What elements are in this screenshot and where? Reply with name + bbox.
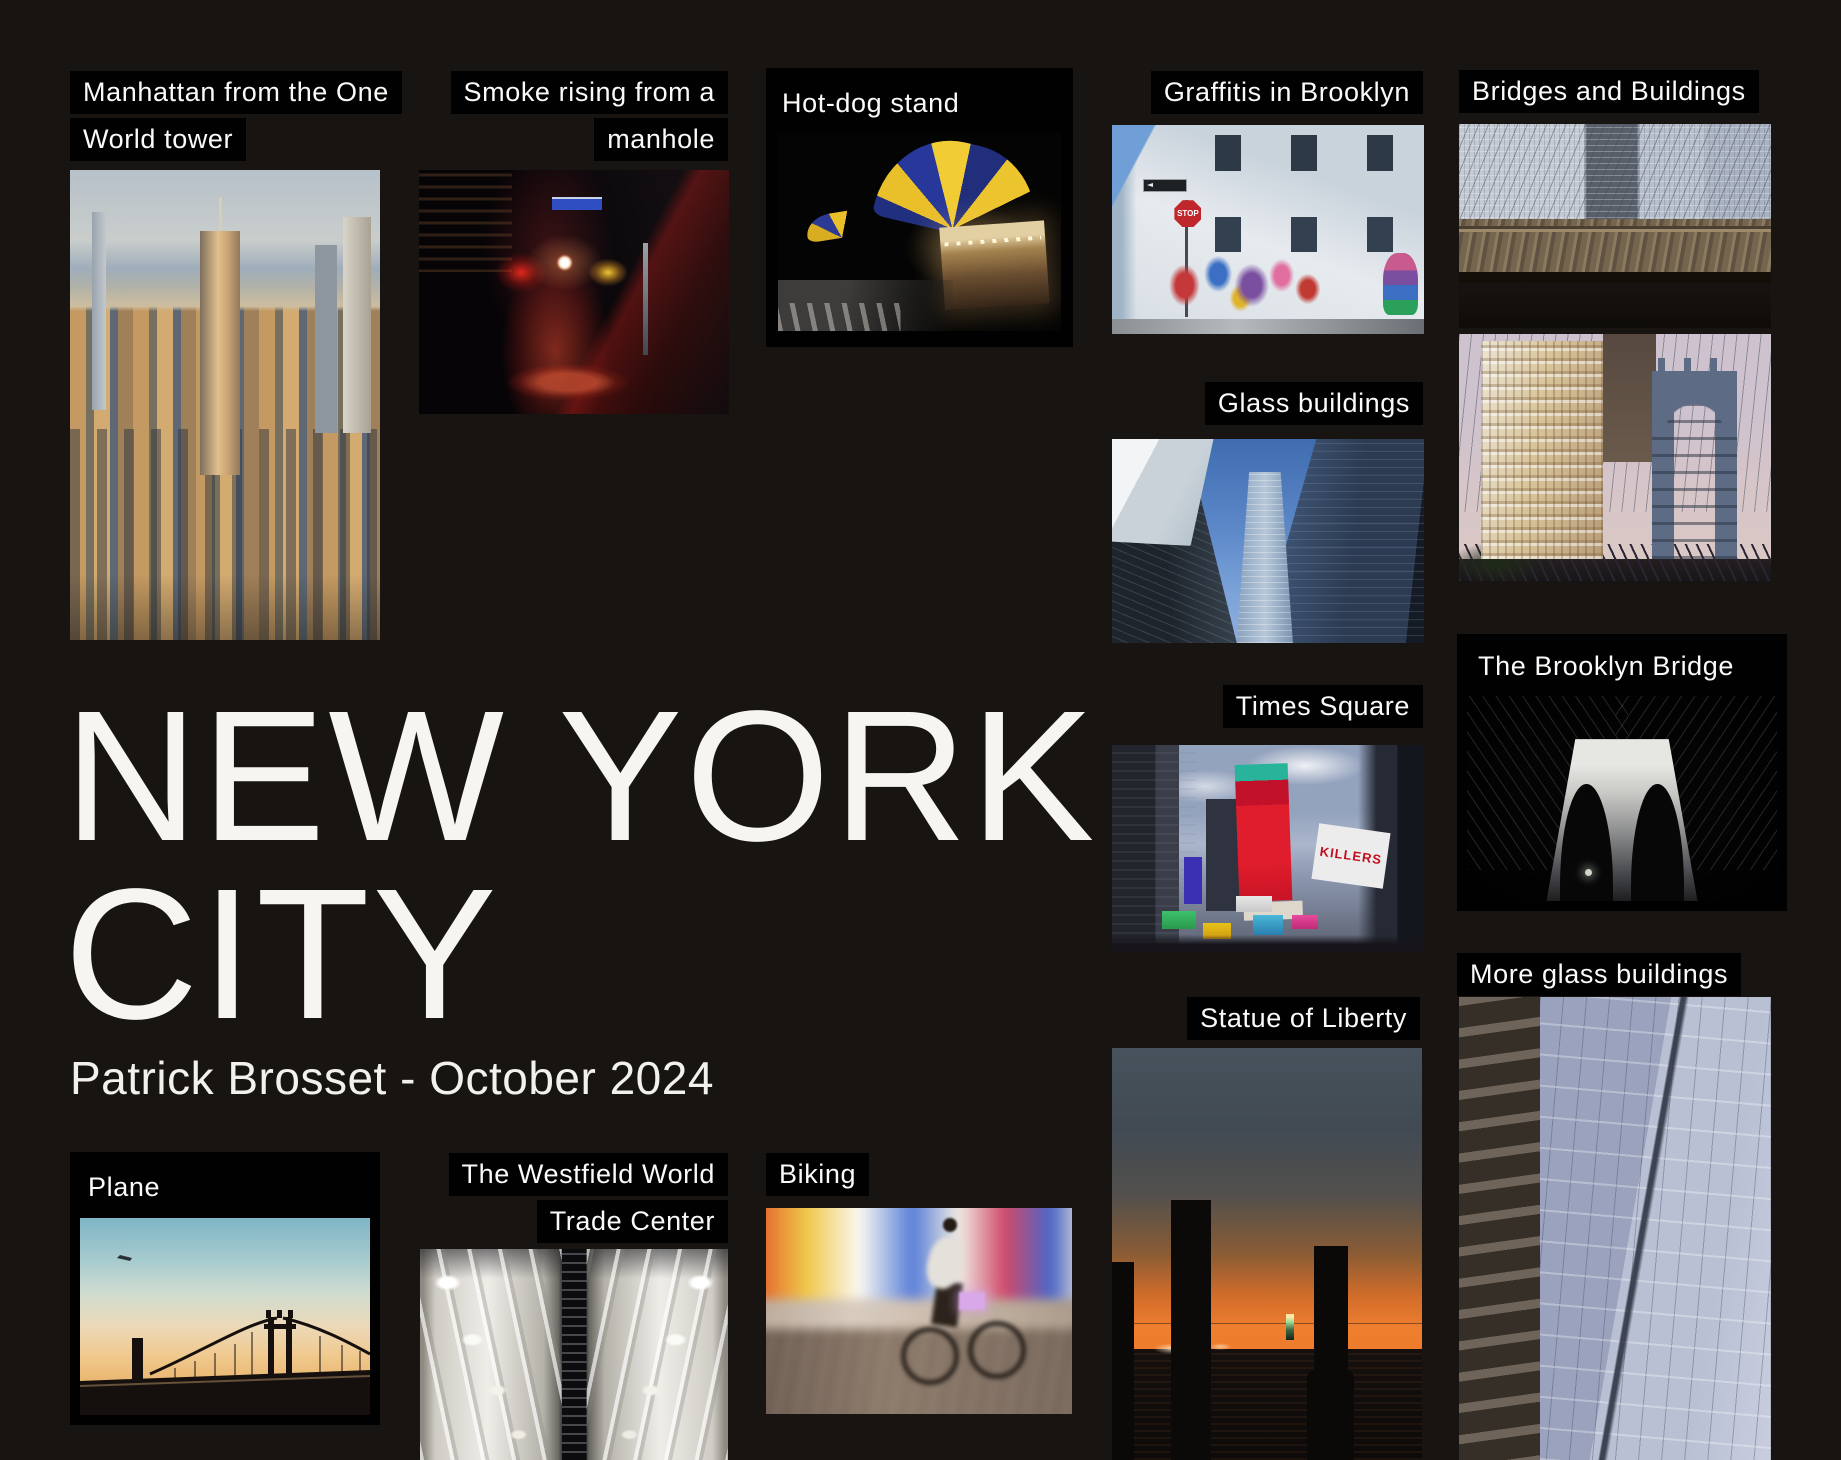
bridge-silhouette-graphic (80, 1218, 370, 1415)
caption-smoke-line1: Smoke rising from a (451, 71, 728, 114)
sidewalk-shape (1112, 319, 1424, 334)
street-sign-shape (552, 197, 602, 210)
plane-photo[interactable] (80, 1218, 370, 1415)
westfield-oculus-photo[interactable] (420, 1249, 728, 1460)
mural-shape (1162, 244, 1349, 319)
gold-building-shape (1481, 341, 1603, 558)
biking-photo[interactable] (766, 1208, 1072, 1414)
pillar-shape (1112, 1262, 1134, 1460)
crowd-shape (1112, 935, 1424, 952)
mural-cat-shape (1383, 253, 1417, 316)
caption-westfield-line1: The Westfield World (449, 1153, 729, 1196)
statue-of-liberty-photo[interactable] (1112, 1048, 1422, 1460)
more-glass-buildings-photo[interactable] (1459, 997, 1771, 1460)
caption-bridges: Bridges and Buildings (1459, 70, 1759, 113)
caption-westfield-line2: Trade Center (537, 1200, 728, 1243)
empire-state-building-shape (200, 231, 240, 475)
street-shape (778, 280, 953, 331)
graffiti-photo[interactable]: STOP (1112, 125, 1424, 334)
windows-shape (1215, 135, 1418, 171)
page-title-line2: CITY (64, 851, 500, 1058)
food-cart-shape (939, 221, 1049, 311)
page-title: NEW YORK CITY (64, 688, 1097, 1044)
pillar-shape (1171, 1200, 1211, 1460)
caption-graffiti: Graffitis in Brooklyn (1151, 71, 1423, 114)
pole-shape (643, 243, 648, 355)
caption-hotdog: Hot-dog stand (782, 90, 1057, 117)
caption-more-glass: More glass buildings (1457, 953, 1741, 996)
bridges-photo-bottom[interactable] (1459, 334, 1771, 581)
bridges-photo-top[interactable] (1459, 124, 1771, 328)
manhattan-bridge-tower-shape (1652, 371, 1736, 559)
caption-manhattan-line1: Manhattan from the One (70, 71, 402, 114)
bike-box-shape (959, 1292, 985, 1310)
tower-shape (315, 245, 337, 433)
page-title-line1: NEW YORK (64, 673, 1097, 880)
caption-plane: Plane (88, 1174, 364, 1201)
caption-manhattan-line2: World tower (70, 118, 246, 161)
caption-smoke-line2: manhole (594, 118, 728, 161)
umbrella-shape (805, 207, 876, 243)
tower-shape (343, 217, 371, 433)
caption-brooklyn-bridge: The Brooklyn Bridge (1478, 653, 1771, 680)
stop-sign-shape: STOP (1174, 200, 1201, 227)
smoke-manhole-photo[interactable] (419, 170, 729, 414)
bike-wheel-shape (901, 1327, 959, 1385)
pillar-shape (1314, 1246, 1348, 1460)
one-way-sign-shape (1143, 179, 1187, 192)
statue-silhouette-shape (1286, 1314, 1294, 1340)
dark-tower-shape (1603, 334, 1656, 462)
plane-card: Plane (70, 1152, 380, 1425)
glass-buildings-photo[interactable] (1112, 439, 1424, 643)
caption-biking: Biking (766, 1153, 869, 1196)
times-square-photo[interactable]: KILLERS (1112, 745, 1424, 952)
caption-glass: Glass buildings (1205, 382, 1423, 425)
brooklyn-bridge-card: The Brooklyn Bridge (1457, 634, 1787, 911)
manhattan-photo[interactable] (70, 170, 380, 640)
caption-statue: Statue of Liberty (1187, 997, 1420, 1040)
bike-wheel-shape (968, 1321, 1026, 1379)
hotdog-stand-photo[interactable] (778, 133, 1061, 331)
caption-times-square: Times Square (1223, 685, 1423, 728)
gallery-page: { "theme": { "page_bg": "#181412", "chip… (0, 0, 1841, 1460)
tower-shape (92, 212, 106, 409)
page-subtitle: Patrick Brosset - October 2024 (70, 1050, 714, 1106)
brooklyn-bridge-photo[interactable] (1467, 696, 1777, 901)
white-billboard-shape: KILLERS (1311, 823, 1390, 888)
hotdog-stand-card: Hot-dog stand (766, 68, 1073, 347)
glass-tower-shape (1237, 472, 1293, 643)
